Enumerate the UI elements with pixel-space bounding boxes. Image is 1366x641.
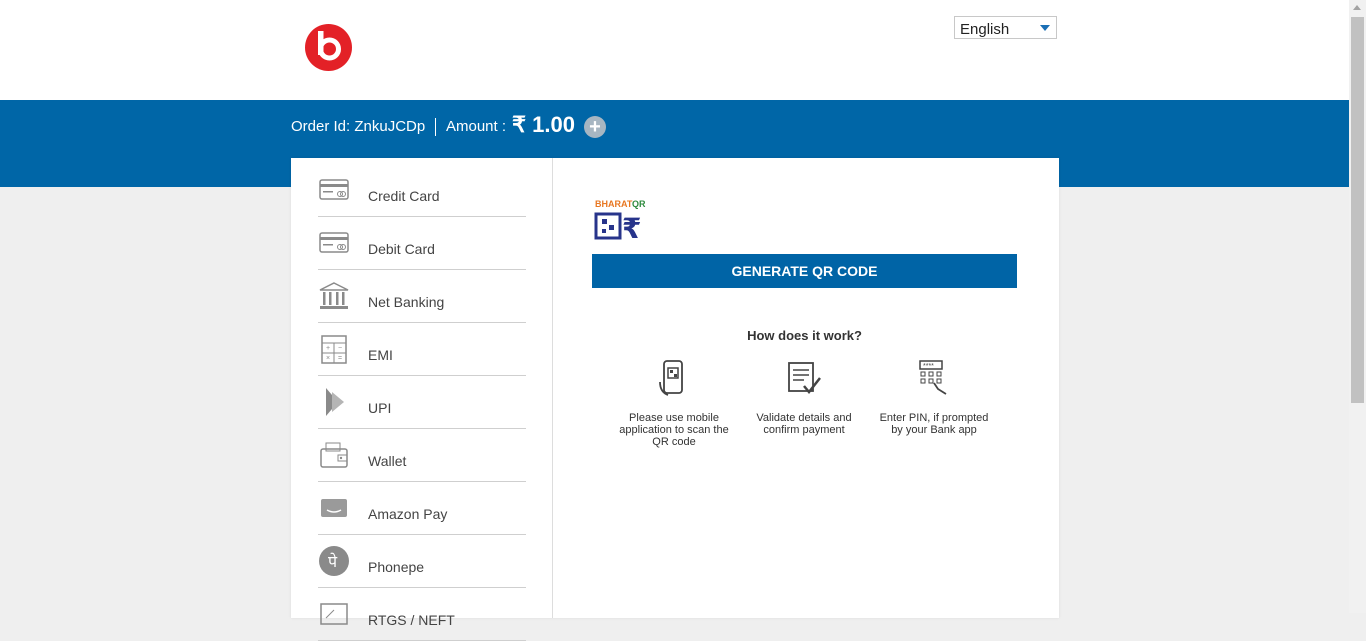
payment-method-label: EMI [368,347,393,363]
chevron-down-icon [1040,25,1050,31]
bank-icon [319,282,349,309]
expand-details-button[interactable]: + [584,116,606,138]
bharat-qr-logo: BHARAT QR ₹ [594,199,646,244]
generate-qr-button[interactable]: GENERATE QR CODE [592,254,1017,288]
payment-method-emi[interactable]: + − × = EMI [318,323,526,376]
step-text: Please use mobile application to scan th… [619,412,729,448]
payment-method-label: Net Banking [368,294,445,310]
svg-text:BHARAT: BHARAT [595,199,633,209]
payment-method-phonepe[interactable]: पे Phonepe [318,535,526,588]
how-it-works-title: How does it work? [747,328,862,343]
payment-method-label: UPI [368,400,392,416]
debit-card-icon [319,232,349,253]
svg-text:QR: QR [632,199,646,209]
step-enter-pin: **** Enter PIN, if prompted by your Bank… [874,358,994,436]
wallet-icon [320,442,348,468]
vertical-scrollbar[interactable] [1349,0,1366,613]
scrollbar-thumb[interactable] [1351,17,1364,403]
payment-method-label: Debit Card [368,241,435,257]
payment-method-amazon-pay[interactable]: Amazon Pay [318,482,526,535]
payment-method-upi[interactable]: UPI [318,376,526,429]
credit-card-icon [319,179,349,200]
payment-method-label: Wallet [368,453,407,469]
payment-method-credit-card[interactable]: Credit Card [318,164,526,217]
svg-text:=: = [338,355,342,362]
svg-text:+: + [326,345,330,352]
payment-method-net-banking[interactable]: Net Banking [318,270,526,323]
phone-scan-icon [659,360,683,396]
payment-method-debit-card[interactable]: Debit Card [318,217,526,270]
payment-method-wallet[interactable]: Wallet [318,429,526,482]
payment-method-label: Phonepe [368,559,425,575]
upi-icon [326,388,344,416]
svg-text:×: × [326,355,330,362]
scroll-up-icon[interactable] [1353,5,1361,10]
payment-method-list: Credit Card Debit Card Net Banking + − ×… [291,158,553,641]
step-validate: Validate details and confirm payment [744,358,864,436]
language-value: English [960,21,1010,38]
document-check-icon [788,362,821,394]
order-id: Order Id: ZnkuJCDp [291,118,426,135]
rtgs-icon [320,603,348,625]
svg-text:****: **** [923,363,934,370]
step-scan: Please use mobile application to scan th… [614,358,734,448]
step-text: Validate details and confirm payment [756,412,852,436]
keypad-icon: **** [919,360,947,395]
payment-method-label: Amazon Pay [368,506,448,522]
phonepe-icon: पे [319,546,349,576]
svg-text:−: − [338,345,342,352]
amazon-pay-icon [321,499,347,517]
payment-method-label: Credit Card [368,188,440,204]
brand-logo [305,24,352,71]
svg-text:पे: पे [328,552,338,571]
payment-method-label: RTGS / NEFT [368,612,455,628]
payment-method-rtgs-neft[interactable]: RTGS / NEFT [318,588,526,641]
svg-text:₹: ₹ [622,212,641,244]
language-select[interactable]: English [954,16,1057,39]
top-header: English [0,0,1349,100]
amount-value: ₹ 1.00 [512,112,575,137]
calculator-icon: + − × = [321,335,347,364]
divider [435,118,436,136]
payment-panel: Credit Card Debit Card Net Banking + − ×… [291,158,1059,641]
amount-label: Amount : [446,118,507,135]
step-text: Enter PIN, if prompted by your Bank app [879,412,989,436]
